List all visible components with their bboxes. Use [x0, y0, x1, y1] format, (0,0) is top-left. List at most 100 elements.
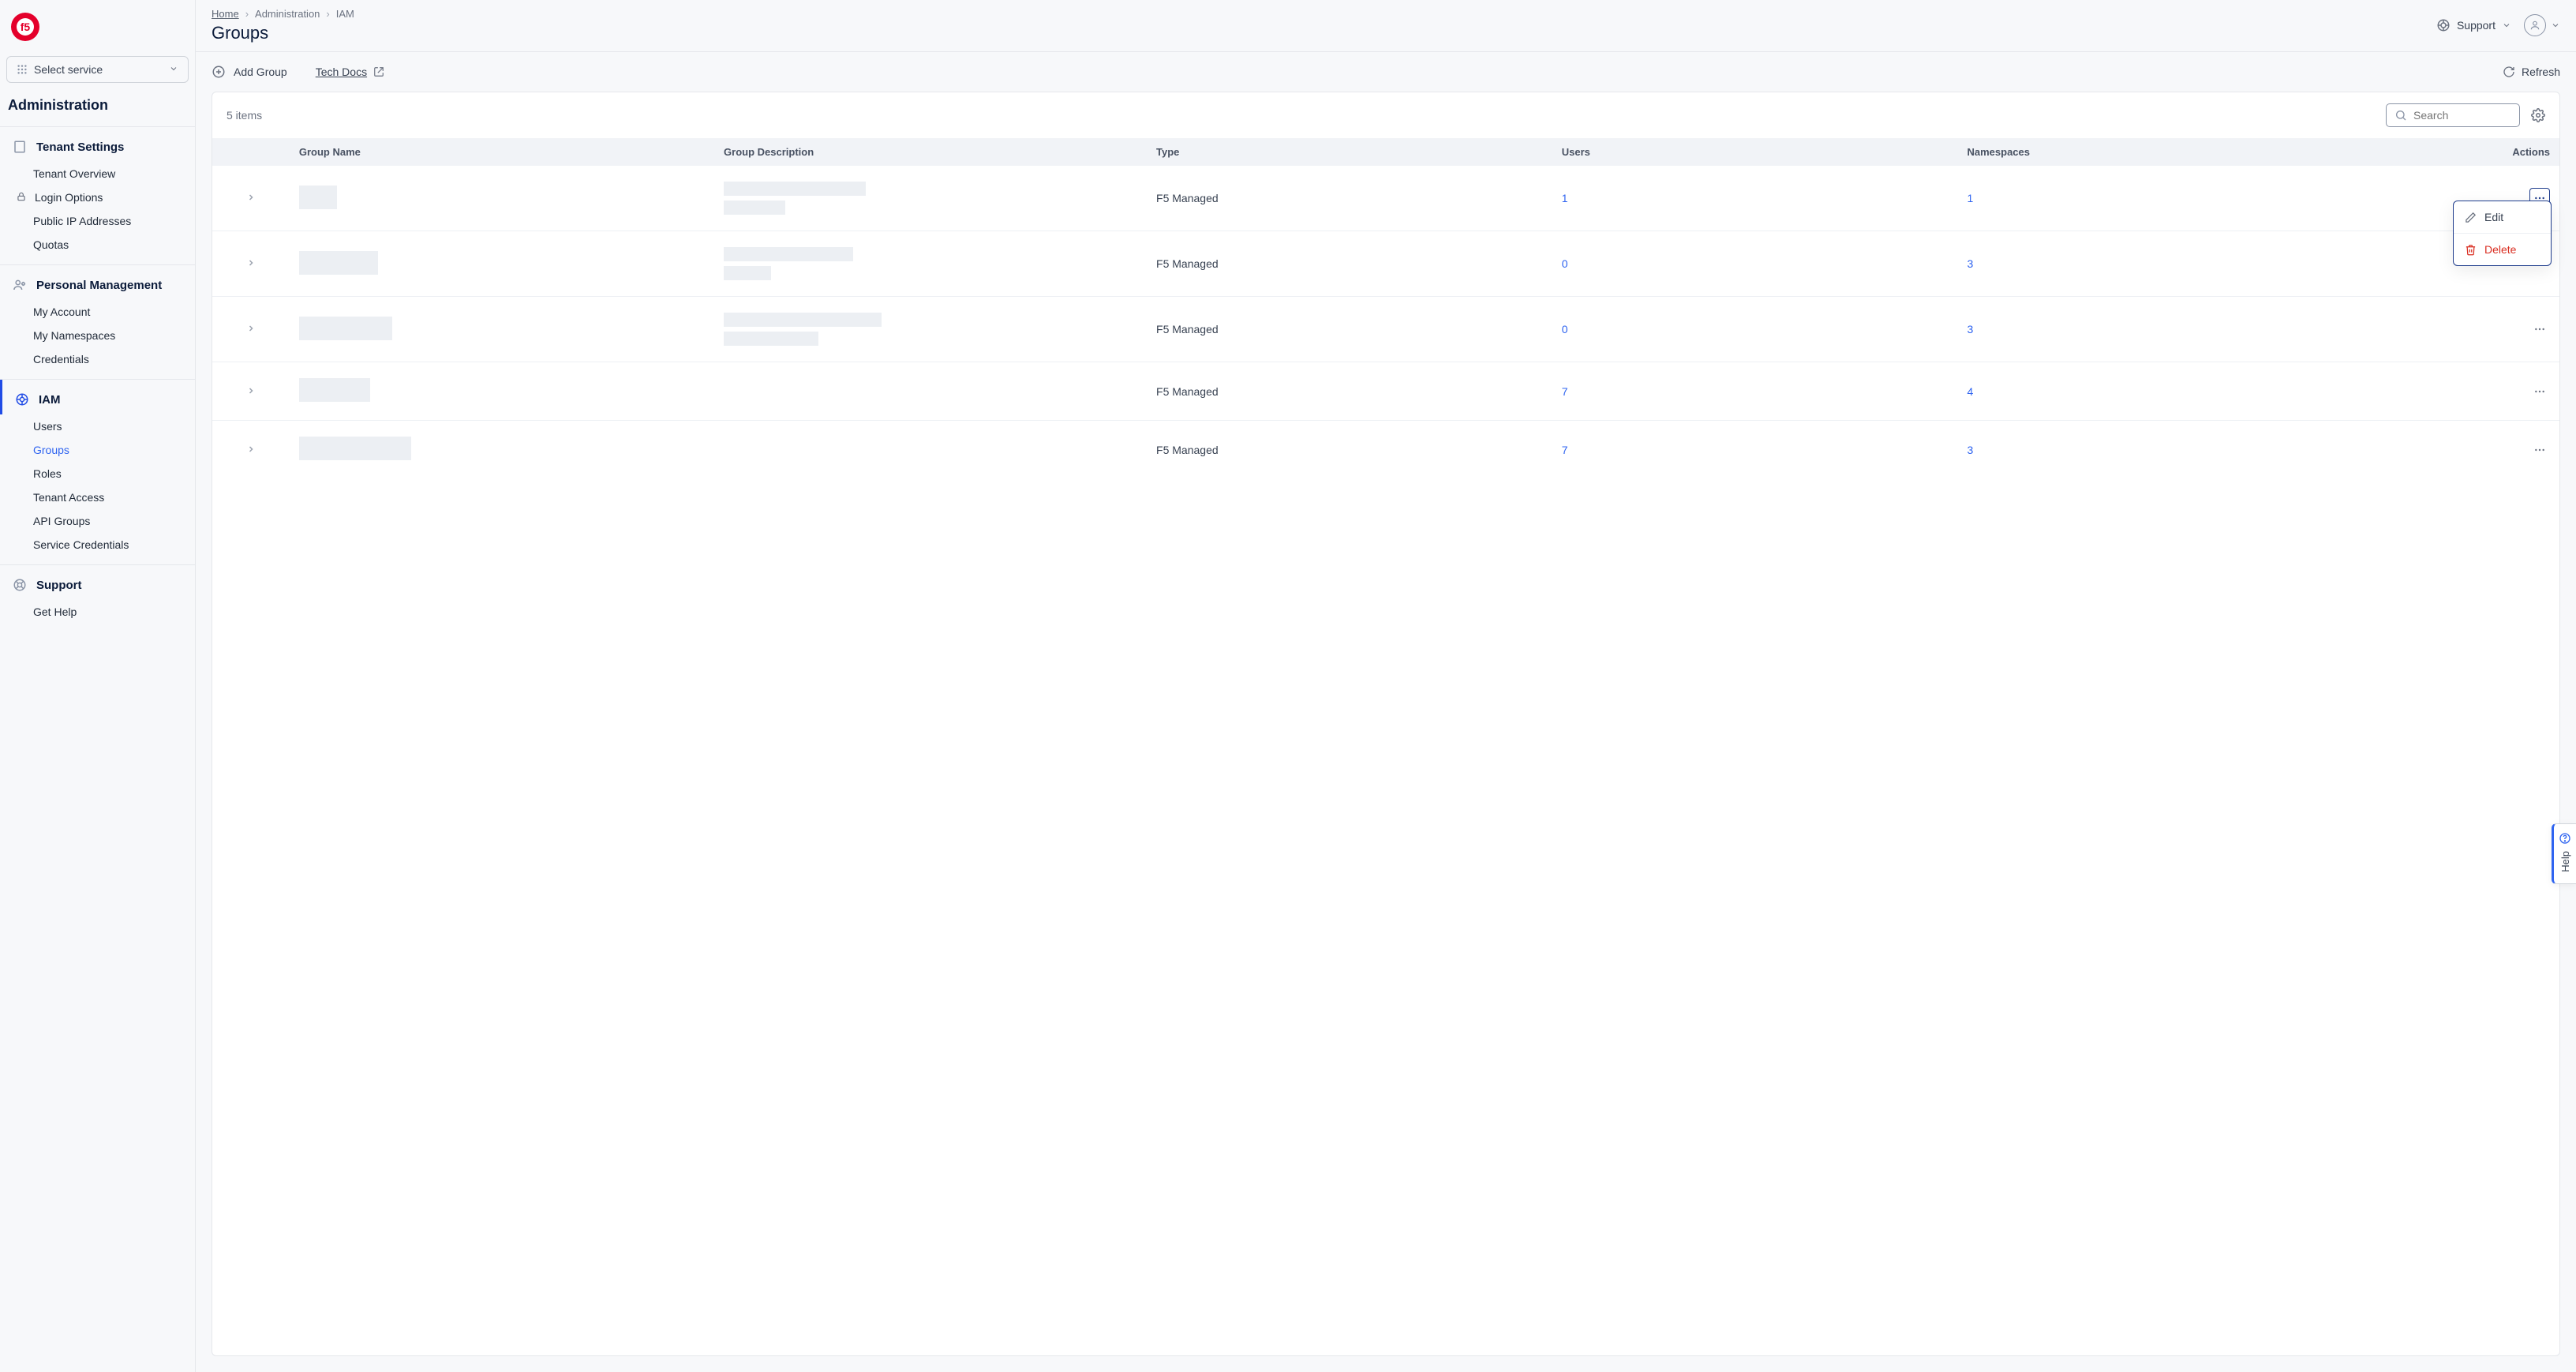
- chevron-right-icon: ›: [326, 8, 329, 20]
- cell-actions: [2421, 297, 2559, 362]
- sidebar-item-label: Users: [33, 420, 62, 433]
- help-tab[interactable]: Help: [2552, 823, 2576, 884]
- admin-heading: Administration: [0, 94, 195, 126]
- sidebar-item-users[interactable]: Users: [0, 414, 195, 438]
- col-namespaces: Namespaces: [1958, 138, 2421, 166]
- cell-users[interactable]: 7: [1552, 362, 1958, 421]
- row-expander[interactable]: [212, 421, 290, 479]
- col-type: Type: [1147, 138, 1552, 166]
- sidebar-item-label: My Account: [33, 306, 90, 318]
- refresh-label: Refresh: [2522, 66, 2560, 78]
- sidebar-item-label: Roles: [33, 467, 62, 480]
- groups-table: Group Name Group Description Type Users …: [212, 138, 2559, 478]
- support-icon: [2436, 18, 2451, 32]
- col-group-desc: Group Description: [714, 138, 1147, 166]
- section-header-personal-management[interactable]: Personal Management: [0, 265, 195, 300]
- sidebar-item-quotas[interactable]: Quotas: [0, 233, 195, 257]
- chevron-down-icon: [169, 63, 178, 76]
- cell-users[interactable]: 1: [1552, 166, 1958, 231]
- cell-users[interactable]: 0: [1552, 297, 1958, 362]
- section-icon: [13, 578, 27, 592]
- support-dropdown[interactable]: Support: [2436, 18, 2511, 32]
- service-selector[interactable]: Select service: [6, 56, 189, 83]
- col-users: Users: [1552, 138, 1958, 166]
- sidebar-item-label: Credentials: [33, 353, 89, 365]
- cell-namespaces[interactable]: 3: [1958, 421, 2421, 479]
- tech-docs-link[interactable]: Tech Docs: [316, 66, 384, 78]
- sidebar-item-service-credentials[interactable]: Service Credentials: [0, 533, 195, 557]
- sidebar-item-login-options[interactable]: Login Options: [0, 186, 195, 209]
- sidebar-item-get-help[interactable]: Get Help: [0, 600, 195, 624]
- sidebar-item-groups[interactable]: Groups: [0, 438, 195, 462]
- breadcrumb-home[interactable]: Home: [212, 8, 239, 20]
- sidebar-item-label: My Namespaces: [33, 329, 115, 342]
- section-header-support[interactable]: Support: [0, 565, 195, 600]
- cell-group-desc: [714, 421, 1147, 479]
- sidebar-item-credentials[interactable]: Credentials: [0, 347, 195, 371]
- account-menu[interactable]: [2524, 14, 2560, 36]
- section-icon: [13, 140, 27, 154]
- row-expander[interactable]: [212, 231, 290, 297]
- sidebar-item-label: Tenant Overview: [33, 167, 115, 180]
- cell-group-name: [290, 166, 714, 231]
- row-actions-button[interactable]: [2529, 319, 2550, 339]
- sidebar-item-tenant-overview[interactable]: Tenant Overview: [0, 162, 195, 186]
- refresh-button[interactable]: Refresh: [2503, 66, 2560, 78]
- svg-text:f5: f5: [21, 21, 31, 33]
- table-row: F5 Managed03: [212, 297, 2559, 362]
- table-settings-button[interactable]: [2531, 108, 2545, 122]
- cell-users[interactable]: 7: [1552, 421, 1958, 479]
- lock-icon: [16, 191, 28, 204]
- logo[interactable]: f5: [0, 0, 195, 51]
- search-box[interactable]: [2386, 103, 2520, 127]
- topbar: Home › Administration › IAM Groups Suppo…: [196, 0, 2576, 52]
- search-input[interactable]: [2413, 109, 2511, 122]
- table-row: F5 Managed73: [212, 421, 2559, 479]
- menu-edit[interactable]: Edit: [2454, 201, 2551, 233]
- section-title: IAM: [39, 393, 61, 407]
- sidebar-item-roles[interactable]: Roles: [0, 462, 195, 485]
- cell-type: F5 Managed: [1147, 421, 1552, 479]
- cell-type: F5 Managed: [1147, 297, 1552, 362]
- menu-edit-label: Edit: [2484, 211, 2503, 223]
- sidebar-item-public-ip-addresses[interactable]: Public IP Addresses: [0, 209, 195, 233]
- sidebar-item-tenant-access[interactable]: Tenant Access: [0, 485, 195, 509]
- section-header-tenant-settings[interactable]: Tenant Settings: [0, 127, 195, 162]
- cell-type: F5 Managed: [1147, 362, 1552, 421]
- cell-actions: Edit Delete: [2421, 166, 2559, 231]
- row-actions-button[interactable]: [2529, 440, 2550, 460]
- sidebar-item-my-namespaces[interactable]: My Namespaces: [0, 324, 195, 347]
- cell-group-desc: [714, 166, 1147, 231]
- sidebar-item-label: Get Help: [33, 605, 77, 618]
- table-row: F5 Managed74: [212, 362, 2559, 421]
- tech-docs-label: Tech Docs: [316, 66, 367, 78]
- sidebar-item-api-groups[interactable]: API Groups: [0, 509, 195, 533]
- cell-namespaces[interactable]: 1: [1958, 166, 2421, 231]
- avatar-icon: [2524, 14, 2546, 36]
- cell-group-desc: [714, 231, 1147, 297]
- cell-group-name: [290, 297, 714, 362]
- add-group-button[interactable]: Add Group: [212, 65, 287, 79]
- row-actions-menu: Edit Delete: [2453, 201, 2552, 266]
- table-row: F5 Managed11 Edit Delete: [212, 166, 2559, 231]
- cell-namespaces[interactable]: 4: [1958, 362, 2421, 421]
- row-actions-button[interactable]: [2529, 381, 2550, 402]
- cell-group-name: [290, 421, 714, 479]
- cell-namespaces[interactable]: 3: [1958, 231, 2421, 297]
- sidebar-item-my-account[interactable]: My Account: [0, 300, 195, 324]
- cell-namespaces[interactable]: 3: [1958, 297, 2421, 362]
- cell-actions: [2421, 421, 2559, 479]
- support-label: Support: [2457, 19, 2496, 32]
- sidebar-item-label: Login Options: [35, 191, 103, 204]
- sidebar-item-label: Quotas: [33, 238, 69, 251]
- item-count: 5 items: [227, 109, 262, 122]
- section-icon: [13, 278, 27, 292]
- cell-group-name: [290, 231, 714, 297]
- section-header-iam[interactable]: IAM: [0, 380, 195, 414]
- breadcrumb-iam: IAM: [336, 8, 354, 20]
- row-expander[interactable]: [212, 362, 290, 421]
- row-expander[interactable]: [212, 297, 290, 362]
- row-expander[interactable]: [212, 166, 290, 231]
- menu-delete[interactable]: Delete: [2454, 233, 2551, 265]
- cell-users[interactable]: 0: [1552, 231, 1958, 297]
